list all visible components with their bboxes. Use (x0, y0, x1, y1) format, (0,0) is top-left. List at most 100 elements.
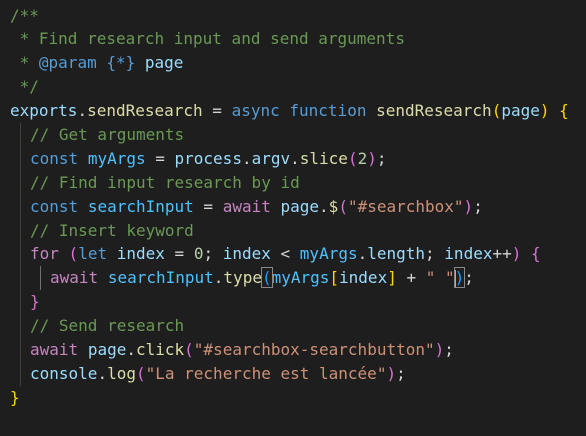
code-line[interactable]: */ (0, 75, 586, 99)
code-token: function (289, 101, 367, 120)
code-line-content: const myArgs = process.argv.slice(2); (30, 147, 387, 171)
code-token: { (531, 244, 541, 263)
code-line[interactable]: } (0, 386, 586, 410)
code-line[interactable]: for (let index = 0; index < myArgs.lengt… (0, 242, 586, 266)
code-token: ) (434, 340, 445, 359)
code-token: ] (387, 268, 397, 287)
code-token: 0 (193, 244, 204, 263)
code-token: // Get arguments (30, 125, 185, 144)
code-line-content: // Get arguments (30, 123, 184, 147)
code-token: ) (511, 244, 522, 263)
indent-guide (20, 314, 21, 338)
code-line[interactable]: await searchInput.type(myArgs[index] + "… (0, 266, 586, 290)
code-line-content: console.log("La recherche est lancée"); (30, 362, 406, 386)
code-line-content: /** (10, 4, 39, 28)
code-token: ) (463, 197, 474, 216)
code-line[interactable]: // Insert keyword (0, 219, 586, 243)
code-token: [ (329, 268, 340, 287)
code-token: length (367, 244, 426, 263)
code-token: . (77, 101, 88, 120)
code-token: ( (135, 364, 146, 383)
code-token: "#searchbox" (347, 197, 464, 216)
code-token: < (270, 244, 300, 263)
code-token: slice (299, 149, 348, 168)
code-token: $ (328, 197, 339, 216)
code-token: page (87, 340, 127, 359)
indent-guide (20, 195, 21, 219)
code-token: myArgs (271, 268, 330, 287)
code-line[interactable]: const searchInput = await page.$("#searc… (0, 195, 586, 219)
code-token: log (107, 364, 136, 383)
indent-guide (20, 123, 21, 147)
code-line-content: // Send research (30, 314, 184, 338)
code-token: searchInput (107, 268, 214, 287)
code-token: */ (10, 77, 39, 96)
code-token: . (213, 268, 224, 287)
code-token: index (444, 244, 493, 263)
code-token: { (559, 101, 569, 120)
code-line[interactable]: // Find input research by id (0, 171, 586, 195)
code-token: await (50, 268, 99, 287)
code-token: ; (473, 197, 483, 216)
code-token: ( (260, 267, 273, 288)
code-line[interactable]: * Find research input and send arguments (0, 27, 586, 51)
code-line-content: for (let index = 0; index < myArgs.lengt… (30, 242, 541, 266)
code-token: ) (453, 267, 466, 288)
indent-guide (20, 242, 21, 266)
code-editor[interactable]: /** * Find research input and send argum… (0, 0, 586, 436)
code-token: process (174, 149, 242, 168)
code-token: for (30, 244, 59, 263)
code-token: index (222, 244, 271, 263)
code-token: await (30, 340, 79, 359)
code-token: const (30, 149, 79, 168)
code-token: ) (367, 149, 377, 168)
code-token: = (145, 149, 175, 168)
code-line-content: await page.click("#searchbox-searchbutto… (30, 338, 454, 362)
code-token: async (231, 101, 280, 120)
code-line[interactable]: /** (0, 4, 586, 28)
indent-guide (40, 266, 41, 290)
code-token: sendResearch (87, 101, 203, 120)
code-line[interactable]: * @param {*} page (0, 51, 586, 75)
code-token: // Find input research by id (30, 173, 300, 192)
code-line[interactable]: exports.sendResearch = async function se… (0, 99, 586, 123)
code-token: click (135, 340, 185, 359)
code-line[interactable]: await page.click("#searchbox-searchbutto… (0, 338, 586, 362)
code-line[interactable]: } (0, 290, 586, 314)
code-token: @param (38, 53, 97, 72)
code-token: console (30, 364, 98, 383)
code-token: } (10, 388, 20, 407)
code-token: * (10, 53, 39, 72)
code-token: myArgs (299, 244, 358, 263)
code-token: index (116, 244, 165, 263)
code-line-content: const searchInput = await page.$("#searc… (30, 195, 483, 219)
code-line[interactable]: // Send research (0, 314, 586, 338)
code-line[interactable]: // Get arguments (0, 123, 586, 147)
code-line[interactable]: const myArgs = process.argv.slice(2); (0, 147, 586, 171)
code-line[interactable]: console.log("La recherche est lancée"); (0, 362, 586, 386)
code-token: page (501, 101, 540, 120)
indent-guide (20, 147, 21, 171)
code-token: page (144, 53, 184, 72)
code-line-content: } (30, 290, 40, 314)
code-token: . (126, 340, 136, 359)
code-line-content: } (10, 386, 20, 410)
code-token: . (357, 244, 368, 263)
code-token: exports (10, 101, 78, 120)
indent-guide (20, 266, 21, 290)
code-token: ; (203, 244, 223, 263)
indent-guide (20, 219, 21, 243)
indent-guide (20, 338, 21, 362)
code-token: ; (425, 244, 445, 263)
code-token: searchInput (87, 197, 194, 216)
